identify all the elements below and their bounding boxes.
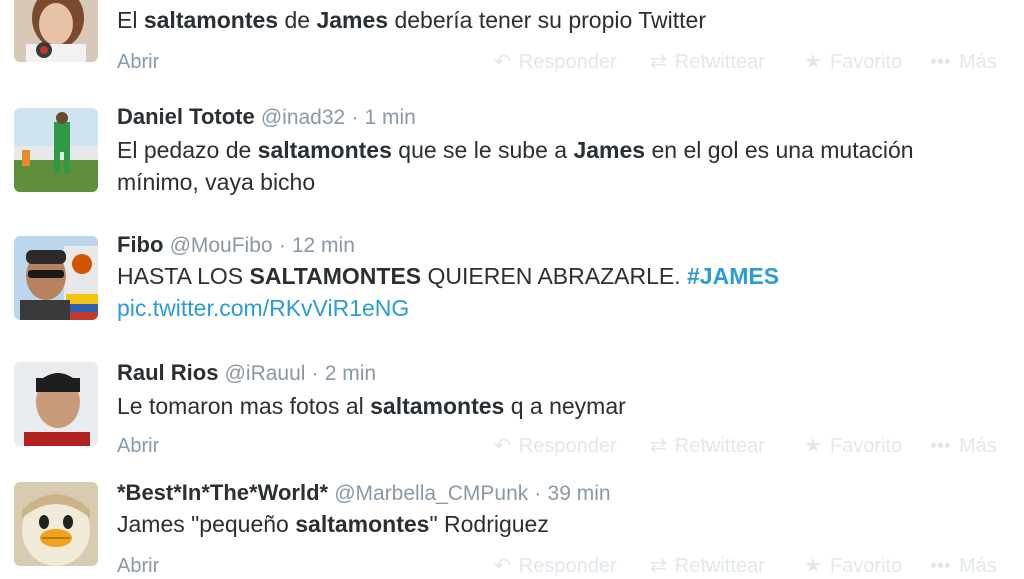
- star-icon: ★: [804, 51, 822, 73]
- retweet-icon: ⇄: [650, 555, 667, 577]
- user-name[interactable]: Fibo: [117, 232, 163, 257]
- avatar[interactable]: [14, 108, 98, 192]
- separator: ·: [311, 362, 319, 385]
- separator: ·: [278, 234, 286, 257]
- favorite-button[interactable]: ★ Favorito: [804, 433, 902, 459]
- tweet-text: HASTA LOS SALTAMONTES QUIEREN ABRAZARLE.…: [117, 263, 780, 321]
- reply-button[interactable]: ↶ Responder: [494, 433, 617, 459]
- reply-icon: ↶: [494, 435, 511, 457]
- user-handle[interactable]: @inad32: [261, 106, 345, 129]
- more-icon: •••: [930, 51, 952, 73]
- reply-icon: ↶: [494, 555, 511, 577]
- reply-button[interactable]: ↶ Responder: [494, 553, 617, 579]
- star-icon: ★: [804, 435, 822, 457]
- tweet-header: *Best*In*The*World* @Marbella_CMPunk · 3…: [117, 480, 611, 507]
- timestamp[interactable]: 2 min: [325, 362, 376, 385]
- timestamp[interactable]: 1 min: [364, 106, 415, 129]
- timestamp[interactable]: 39 min: [548, 482, 611, 505]
- star-icon: ★: [804, 555, 822, 577]
- tweet-text: James "pequeño saltamontes" Rodriguez: [117, 511, 549, 537]
- reply-icon: ↶: [494, 51, 511, 73]
- tweet-header: Raul Rios @iRauul · 2 min: [117, 360, 376, 387]
- user-photo-icon: [14, 108, 98, 192]
- more-button[interactable]: ••• Más: [930, 553, 997, 579]
- favorite-button[interactable]: ★ Favorito: [804, 553, 902, 579]
- expand-link[interactable]: Abrir: [117, 49, 159, 75]
- user-photo-icon: [14, 236, 98, 320]
- more-icon: •••: [930, 555, 952, 577]
- reply-button[interactable]: ↶ Responder: [494, 49, 617, 75]
- hashtag-link[interactable]: #JAMES: [687, 263, 779, 289]
- retweet-button[interactable]: ⇄ Retwittear: [650, 49, 765, 75]
- user-handle[interactable]: @iRauul: [225, 362, 306, 385]
- more-button[interactable]: ••• Más: [930, 49, 997, 75]
- tweet-header: Fibo @MouFibo · 12 min: [117, 232, 355, 259]
- retweet-button[interactable]: ⇄ Retwittear: [650, 553, 765, 579]
- favorite-button[interactable]: ★ Favorito: [804, 49, 902, 75]
- user-name[interactable]: Raul Rios: [117, 360, 218, 385]
- user-name[interactable]: Daniel Totote: [117, 104, 255, 129]
- user-handle[interactable]: @Marbella_CMPunk: [334, 482, 528, 505]
- expand-link[interactable]: Abrir: [117, 433, 159, 459]
- expand-link[interactable]: Abrir: [117, 553, 159, 579]
- retweet-icon: ⇄: [650, 51, 667, 73]
- tweet-actions: Abrir ↶ Responder ⇄ Retwittear ★ Favorito •…: [0, 49, 1024, 75]
- more-button[interactable]: ••• Más: [930, 433, 997, 459]
- media-link[interactable]: pic.twitter.com/RKvViR1eNG: [117, 295, 409, 321]
- tweet-text: El saltamontes de James debería tener su…: [117, 7, 706, 33]
- retweet-button[interactable]: ⇄ Retwittear: [650, 433, 765, 459]
- retweet-icon: ⇄: [650, 435, 667, 457]
- tweet-actions: Abrir ↶ Responder ⇄ Retwittear ★ Favorito •…: [0, 553, 1024, 579]
- tweet-header: Daniel Totote @inad32 · 1 min: [117, 104, 416, 131]
- timestamp[interactable]: 12 min: [292, 234, 355, 257]
- tweet-actions: Abrir ↶ Responder ⇄ Retwittear ★ Favorito •…: [0, 433, 1024, 459]
- more-icon: •••: [930, 435, 952, 457]
- tweet-text: Le tomaron mas fotos al saltamontes q a …: [117, 393, 626, 419]
- user-name[interactable]: *Best*In*The*World*: [117, 480, 328, 505]
- avatar[interactable]: [14, 236, 98, 320]
- separator: ·: [534, 482, 542, 505]
- user-handle[interactable]: @MouFibo: [170, 234, 273, 257]
- separator: ·: [351, 106, 359, 129]
- tweet-text: El pedazo de saltamontes que se le sube …: [117, 137, 914, 195]
